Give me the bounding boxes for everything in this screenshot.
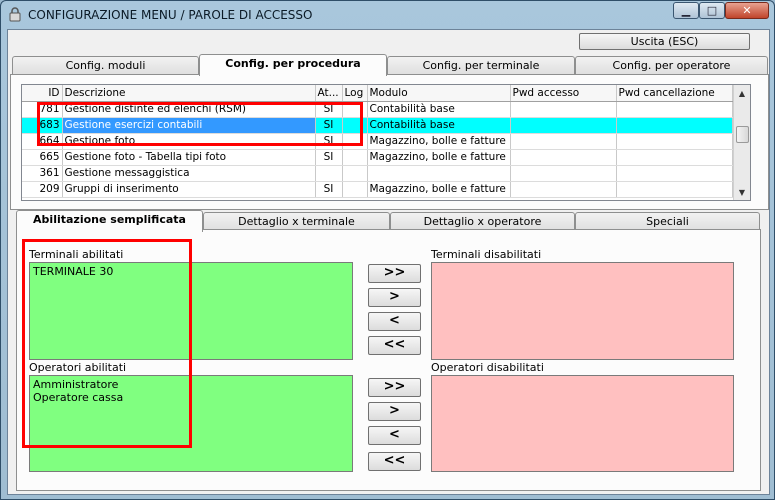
operatori-abilitati-label: Operatori abilitati [29,361,127,374]
operatori-move-left-button[interactable]: < [368,426,421,445]
table-row[interactable]: 664 Gestione foto SI Magazzino, bolle e … [22,133,733,150]
operatori-disabilitati-label: Operatori disabilitati [431,361,544,374]
table-row[interactable]: 781 Gestione distinte ed elenchi (RSM) S… [22,101,733,118]
procedure-grid[interactable]: ID Descrizione At... Log Modulo Pwd acce… [21,84,751,201]
col-header-id[interactable]: ID [22,85,63,102]
terminali-disabilitati-label: Terminali disabilitati [431,248,542,261]
table-row[interactable]: 361 Gestione messaggistica [22,165,733,182]
terminali-move-all-left-button[interactable]: << [368,336,421,355]
table-row[interactable]: 209 Gruppi di inserimento SI Magazzino, … [22,181,733,198]
title-bar[interactable]: CONFIGURAZIONE MENU / PAROLE DI ACCESSO … [1,1,774,29]
tab-config-terminale[interactable]: Config. per terminale [387,56,575,75]
table-row[interactable]: 665 Gestione foto - Tabella tipi foto SI… [22,149,733,166]
operatori-move-all-right-button[interactable]: >> [368,378,421,397]
abilitazione-panel: Terminali abilitati TERMINALE 30 Termina… [16,229,761,491]
top-tab-bar: Config. moduli Config. per procedura Con… [10,54,769,76]
tab-config-moduli[interactable]: Config. moduli [12,56,199,75]
terminali-abilitati-list[interactable]: TERMINALE 30 [29,262,353,360]
close-button[interactable]: ✕ [725,2,769,19]
col-header-descrizione[interactable]: Descrizione [62,85,316,102]
table-row-selected[interactable]: 683 Gestione esercizi contabili SI Conta… [22,117,733,134]
main-window: CONFIGURAZIONE MENU / PAROLE DI ACCESSO … [0,0,775,500]
tab-abilitazione-semplificata[interactable]: Abilitazione semplificata [16,210,203,232]
terminali-move-left-button[interactable]: < [368,312,421,331]
minimize-button[interactable]: ▁ [673,2,699,19]
operatori-disabilitati-list[interactable] [431,375,734,472]
terminali-move-all-right-button[interactable]: >> [368,264,421,283]
operatori-move-all-left-button[interactable]: << [368,452,421,471]
operatori-move-right-button[interactable]: > [368,402,421,421]
procedure-panel: ID Descrizione At... Log Modulo Pwd acce… [10,74,769,210]
col-header-pwd-accesso[interactable]: Pwd accesso [510,85,617,102]
list-item[interactable]: Operatore cassa [33,391,349,404]
col-header-pwd-cancellazione[interactable]: Pwd cancellazione [616,85,733,102]
scroll-up-icon[interactable]: ▲ [734,85,750,101]
terminali-abilitati-label: Terminali abilitati [29,248,124,261]
col-header-log[interactable]: Log [342,85,368,102]
tab-config-procedura[interactable]: Config. per procedura [199,54,387,76]
client-area: Uscita (ESC) Config. moduli Config. per … [7,29,770,495]
tab-config-operatore[interactable]: Config. per operatore [575,56,768,75]
grid-header: ID Descrizione At... Log Modulo Pwd acce… [22,85,733,102]
scroll-down-icon[interactable]: ▼ [734,184,750,200]
maximize-button[interactable]: □ [699,2,725,19]
bottom-tab-bar: Abilitazione semplificata Dettaglio x te… [16,210,761,232]
list-item[interactable]: Amministratore [33,378,349,391]
list-item[interactable]: TERMINALE 30 [33,265,349,278]
scroll-thumb[interactable] [736,126,749,143]
lock-icon [9,7,21,22]
exit-button[interactable]: Uscita (ESC) [579,33,750,50]
operatori-abilitati-list[interactable]: Amministratore Operatore cassa [29,375,353,472]
window-title: CONFIGURAZIONE MENU / PAROLE DI ACCESSO [28,8,313,22]
grid-vertical-scrollbar[interactable]: ▲ ▼ [733,85,750,200]
terminali-move-right-button[interactable]: > [368,288,421,307]
terminali-disabilitati-list[interactable] [431,262,734,360]
col-header-modulo[interactable]: Modulo [367,85,511,102]
col-header-attivo[interactable]: At... [315,85,343,102]
